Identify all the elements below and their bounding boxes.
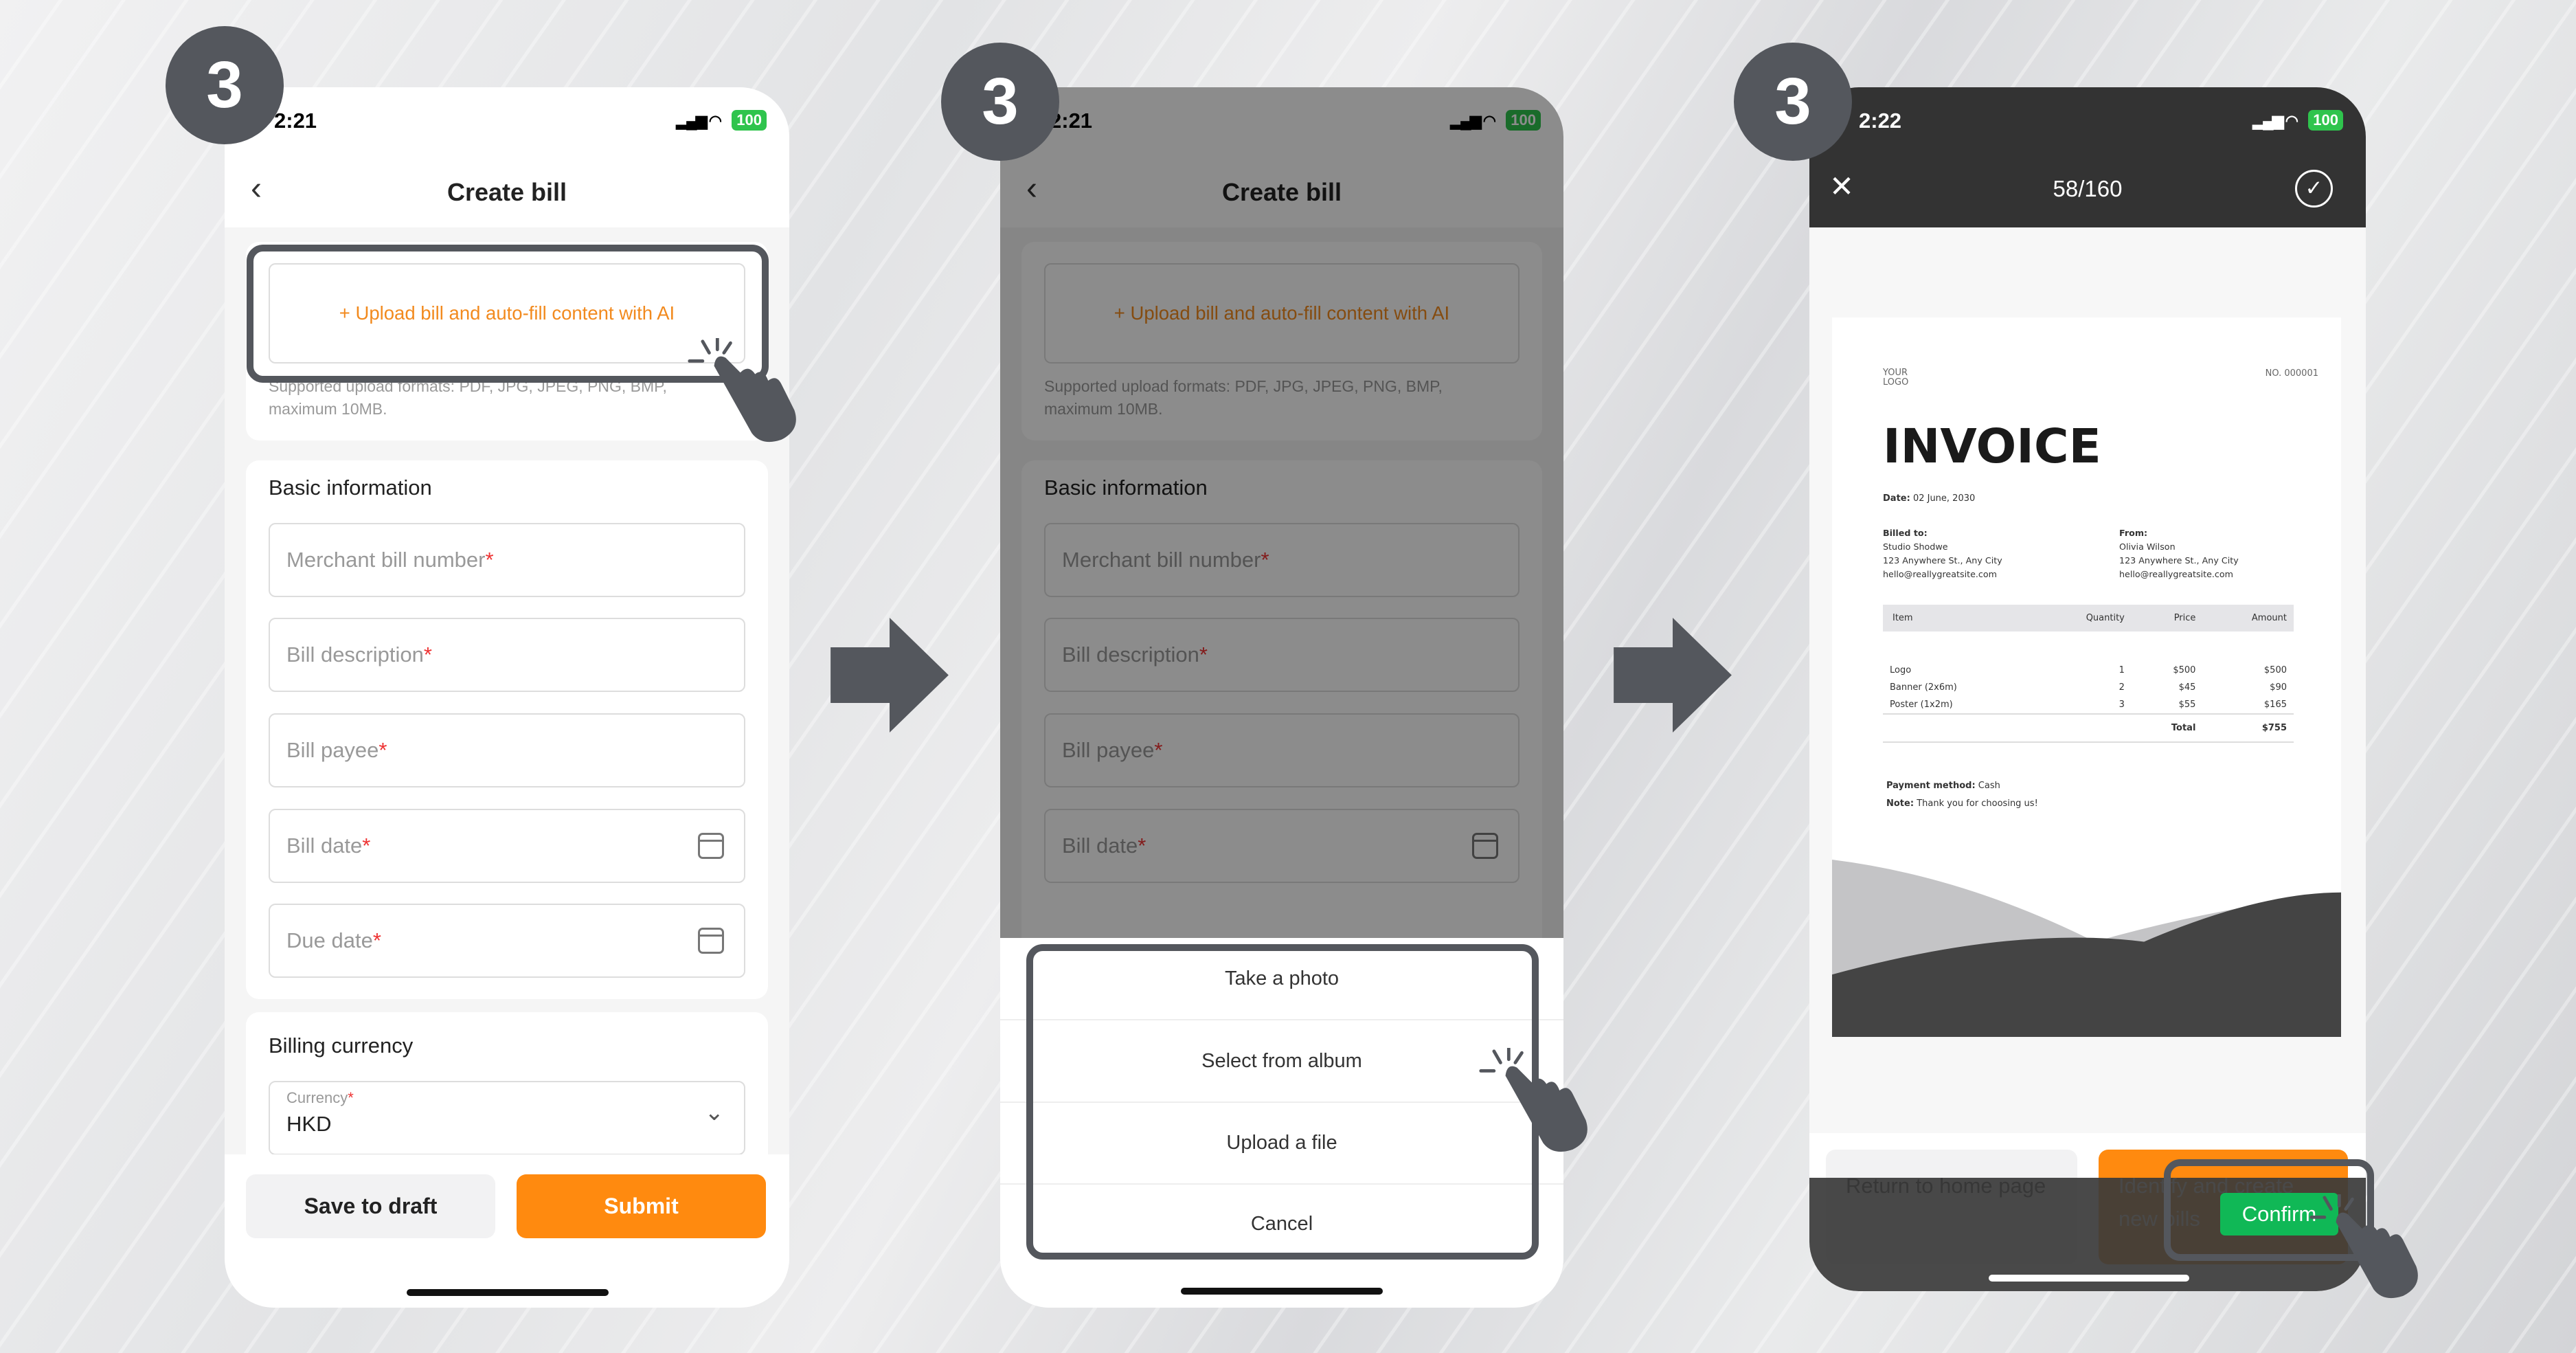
invoice-title: INVOICE bbox=[1883, 419, 2101, 474]
bill-from: From: Olivia Wilson 123 Anywhere St., Any … bbox=[2119, 528, 2239, 579]
field-placeholder: Due date bbox=[286, 928, 373, 952]
bottom-bar: Save to draft Submit bbox=[225, 1154, 789, 1308]
step-badge: 3 bbox=[166, 26, 284, 144]
step-badge: 3 bbox=[941, 43, 1059, 161]
required-mark: * bbox=[362, 834, 371, 858]
required-mark: * bbox=[379, 738, 387, 762]
submit-button[interactable]: Submit bbox=[517, 1174, 766, 1238]
date-label: Date: bbox=[1883, 493, 1910, 504]
battery-icon: 100 bbox=[2308, 110, 2343, 131]
signal-wifi-icon: ▂▄▆ ◠ bbox=[676, 112, 722, 129]
next-step-arrow-icon bbox=[1614, 618, 1732, 733]
status-time: 2:21 bbox=[274, 109, 317, 133]
phone-preview-invoice: 2:22 ▂▄▆ ◠ 100 ✕ 58/160 ✓ YOUR LOGO NO. 00… bbox=[1809, 87, 2366, 1291]
table-header: Item Quantity Price Amount bbox=[1883, 605, 2294, 631]
billed-to: Billed to: Studio Shodwe 123 Anywhere St.,… bbox=[1883, 528, 2002, 579]
field-placeholder: Bill payee bbox=[286, 738, 379, 762]
signal-wifi-icon: ▂▄▆ ◠ bbox=[2252, 112, 2298, 129]
calendar-icon[interactable] bbox=[698, 833, 724, 859]
home-indicator bbox=[1989, 1275, 2189, 1282]
bill-description-input[interactable]: Bill description * bbox=[269, 618, 745, 692]
bill-date-input[interactable]: Bill date * bbox=[269, 809, 745, 883]
page-title: Create bill bbox=[447, 178, 567, 206]
step-badge: 3 bbox=[1734, 43, 1852, 161]
invoice-table: Item Quantity Price Amount Logo 1 $500 $500 Ba… bbox=[1883, 605, 2294, 743]
table-row: Logo 1 $500 $500 bbox=[1890, 665, 2287, 675]
payment-note: Payment method: Cash Note: Thank you for … bbox=[1886, 781, 2038, 809]
table-row: Banner (2x6m) 2 $45 $90 bbox=[1890, 682, 2287, 693]
currency-select[interactable]: Currency* HKD ⌄ bbox=[269, 1081, 745, 1155]
currency-value: HKD bbox=[286, 1112, 332, 1136]
page-counter: 58/160 bbox=[2053, 176, 2123, 201]
due-date-input[interactable]: Due date * bbox=[269, 904, 745, 978]
invoice-number: NO. 000001 bbox=[2265, 368, 2318, 379]
basic-info-card: Basic information Merchant bill number * … bbox=[246, 460, 768, 999]
total-row: Total $755 bbox=[1883, 714, 2294, 742]
next-step-arrow-icon bbox=[831, 618, 949, 733]
required-mark: * bbox=[423, 642, 432, 667]
field-placeholder: Bill description bbox=[286, 642, 424, 667]
required-mark: * bbox=[348, 1089, 354, 1106]
field-placeholder: Bill date bbox=[286, 834, 363, 858]
check-circle-icon[interactable]: ✓ bbox=[2295, 170, 2333, 208]
home-indicator bbox=[1181, 1288, 1383, 1295]
battery-icon: 100 bbox=[732, 110, 767, 131]
home-indicator bbox=[407, 1289, 609, 1296]
bill-payee-input[interactable]: Bill payee * bbox=[269, 713, 745, 787]
status-bar: 2:21 ▂▄▆ ◠ 100 bbox=[225, 87, 789, 153]
section-title: Billing currency bbox=[269, 1033, 414, 1058]
status-time: 2:22 bbox=[1859, 109, 1902, 133]
section-title: Basic information bbox=[269, 476, 432, 500]
chevron-down-icon: ⌄ bbox=[704, 1099, 725, 1126]
save-draft-button[interactable]: Save to draft bbox=[246, 1174, 495, 1238]
required-mark: * bbox=[372, 928, 381, 952]
required-mark: * bbox=[485, 548, 494, 572]
tap-highlight bbox=[1026, 944, 1539, 1260]
invoice-logo: YOUR LOGO bbox=[1883, 368, 1909, 388]
invoice-image: YOUR LOGO NO. 000001 INVOICE Date: 02 Ju… bbox=[1832, 317, 2341, 1037]
tap-hand-icon bbox=[688, 338, 796, 443]
merchant-bill-number-input[interactable]: Merchant bill number * bbox=[269, 523, 745, 597]
preview-header: ✕ 58/160 ✓ bbox=[1809, 153, 2366, 227]
tutorial-canvas: 3 2:21 ▂▄▆ ◠ 100 ‹ Create bill + Upload … bbox=[0, 0, 2576, 1353]
tap-hand-icon bbox=[1479, 1048, 1588, 1152]
invoice-wave-decoration bbox=[1832, 860, 2341, 1037]
table-row: Poster (1x2m) 3 $55 $165 bbox=[1883, 696, 2294, 714]
currency-label: Currency bbox=[286, 1089, 348, 1106]
invoice-date: 02 June, 2030 bbox=[1912, 493, 1976, 504]
field-placeholder: Merchant bill number bbox=[286, 548, 486, 572]
tap-hand-icon bbox=[2309, 1194, 2418, 1299]
calendar-icon[interactable] bbox=[698, 928, 724, 954]
modal-overlay[interactable] bbox=[1000, 87, 1563, 938]
